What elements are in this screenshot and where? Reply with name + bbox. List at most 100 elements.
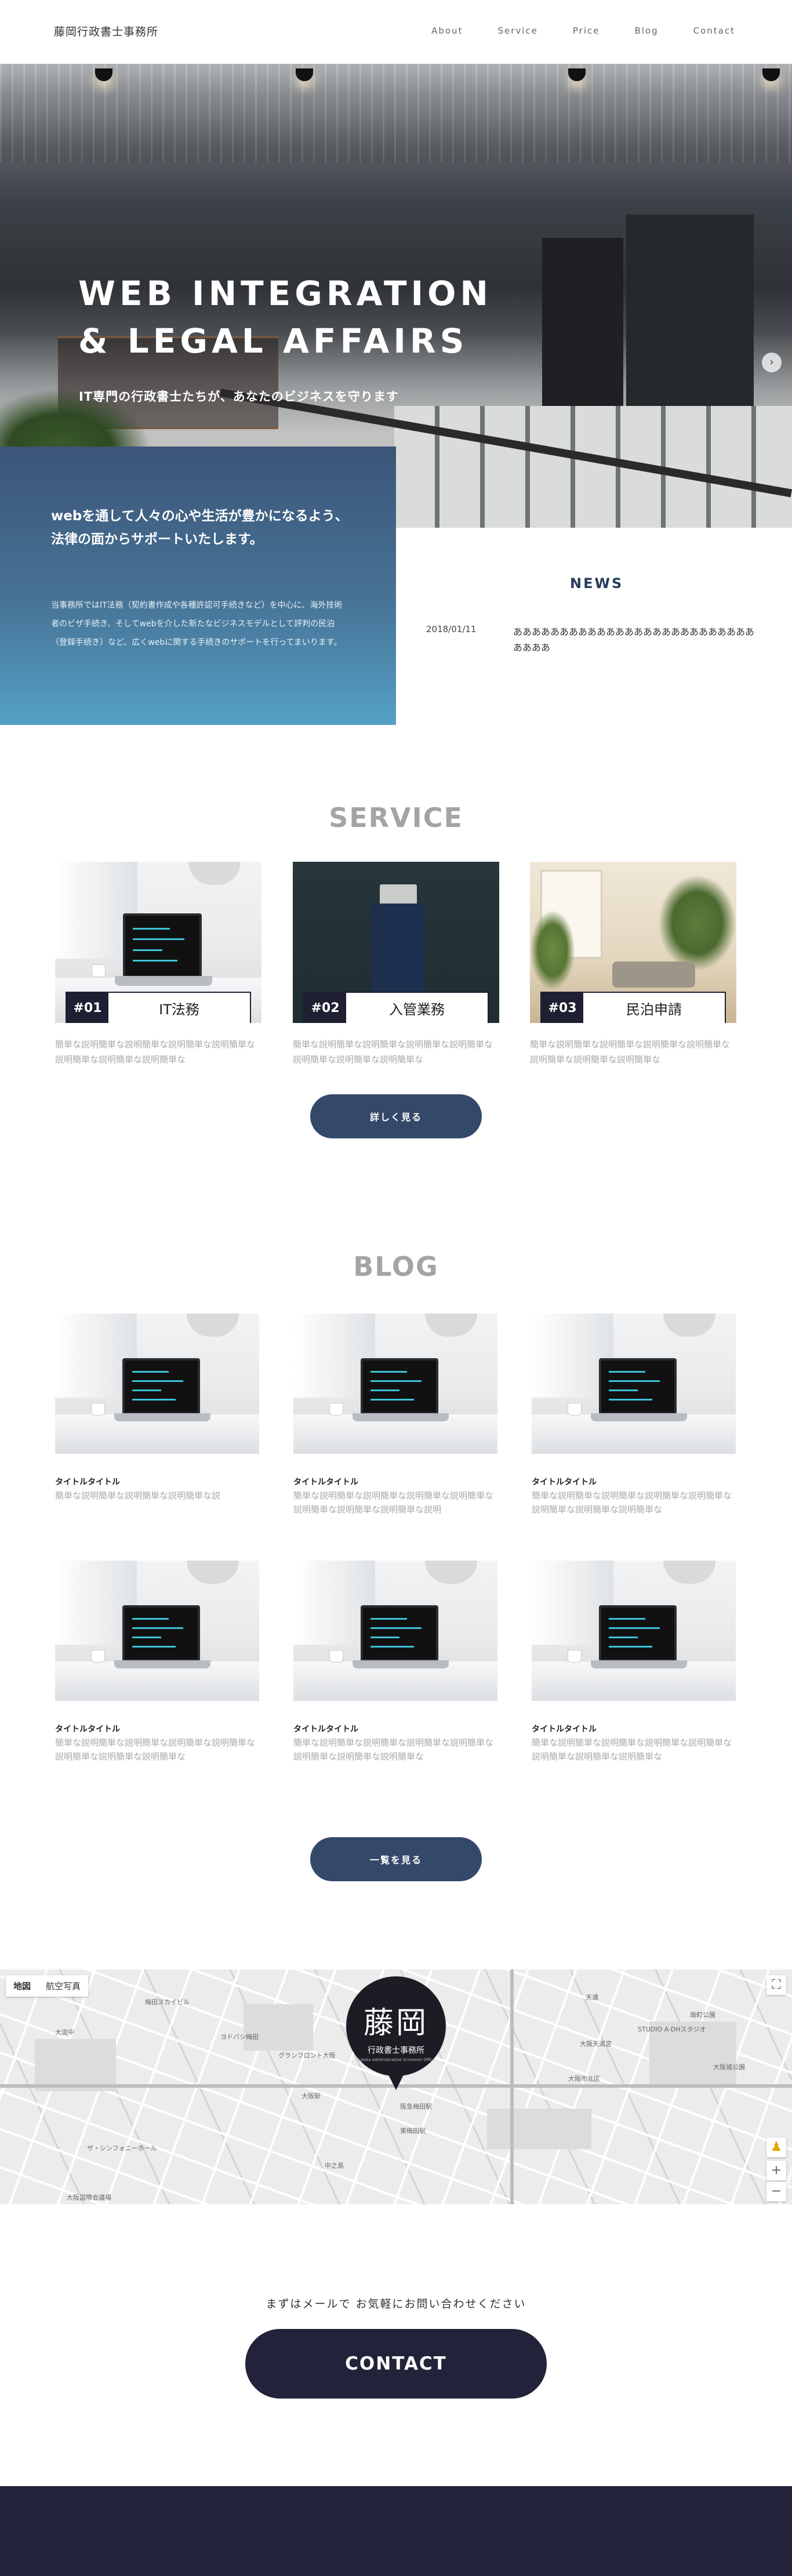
news-item-link[interactable]: ああああああああああああああああああああああああああああああ xyxy=(513,624,757,655)
hero-title: WEB INTEGRATION & LEGAL AFFAIRS xyxy=(78,270,492,365)
blog-post-description: 簡単な説明簡単な説明簡単な説明簡単な説明簡単な説明簡単な説明簡単な説明簡単な xyxy=(55,1737,256,1762)
hero-title-line2: & LEGAL AFFAIRS xyxy=(78,321,468,361)
marker-english: Fujioka Administrative Scrivener Office xyxy=(357,2058,435,2062)
map-label: ザ・シンフォニーホール xyxy=(87,2145,157,2152)
map-block xyxy=(35,2039,116,2091)
nav-blog[interactable]: Blog xyxy=(634,26,658,36)
map-block xyxy=(244,2004,313,2051)
marker-name: 藤岡 xyxy=(363,2006,428,2041)
service-description: 簡単な説明簡単な説明簡単な説明簡単な説明簡単な説明簡単な説明簡単な説明簡単な xyxy=(293,1039,493,1065)
service-name: 民泊申請 xyxy=(626,1001,682,1018)
blog-post-title[interactable]: タイトルタイトル xyxy=(532,1723,736,1735)
service-description: 簡単な説明簡単な説明簡単な説明簡単な説明簡単な説明簡単な説明簡単な説明簡単な xyxy=(55,1039,256,1065)
map-label: 大淀中 xyxy=(55,2029,74,2036)
service-card-it[interactable]: #01 IT法務 簡単な説明簡単な説明簡単な説明簡単な説明簡単な説明簡単な説明簡… xyxy=(55,862,261,1067)
marker-subtitle: 行政書士事務所 xyxy=(368,2046,424,2055)
zoom-in-button[interactable]: + xyxy=(766,2161,786,2180)
map-label: ヨドバシ梅田 xyxy=(220,2033,259,2041)
map-label: 大阪城公園 xyxy=(713,2063,745,2071)
site-footer xyxy=(0,2486,792,2576)
hero-fridge xyxy=(542,238,623,412)
blog-card[interactable]: タイトルタイトル簡単な説明簡単な説明簡単な説明簡単な説明簡単な説明簡単な説明簡単… xyxy=(293,1561,497,1764)
main-nav: About Service Price Blog Contact xyxy=(397,26,735,36)
service-more-button[interactable]: 詳しく見る xyxy=(310,1094,482,1138)
map-tab-map[interactable]: 地図 xyxy=(6,1975,38,1997)
google-map[interactable]: 梅田スカイビル 大淀中 ヨドバシ梅田 グランフロント大阪 大阪駅 阪急梅田駅 東… xyxy=(0,1969,792,2204)
news-title: NEWS xyxy=(570,575,624,592)
blog-thumbnail xyxy=(532,1561,736,1701)
service-name: 入管業務 xyxy=(389,1001,445,1018)
blog-post-title[interactable]: タイトルタイトル xyxy=(55,1476,259,1487)
map-label: STUDIO A-DHスタジオ xyxy=(638,2026,706,2033)
map-road xyxy=(510,1969,514,2204)
service-label: #01 IT法務 xyxy=(66,992,251,1023)
blog-card[interactable]: タイトルタイトル簡単な説明簡単な説明簡単な説明簡単な説明簡単な説明簡単な説明簡単… xyxy=(55,1561,259,1764)
blog-post-description: 簡単な説明簡単な説明簡単な説明簡単な説明簡単な説明簡単な説明簡単な説明簡単な説明 xyxy=(293,1490,494,1515)
blog-post-description: 簡単な説明簡単な説明簡単な説明簡単な説 xyxy=(55,1490,221,1501)
blog-post-description: 簡単な説明簡単な説明簡単な説明簡単な説明簡単な説明簡単な説明簡単な説明簡単な xyxy=(293,1737,494,1762)
office-map-marker[interactable]: 藤岡 行政書士事務所 Fujioka Administrative Scrive… xyxy=(346,1976,446,2090)
fullscreen-icon[interactable]: ⛶ xyxy=(766,1975,786,1995)
service-name: IT法務 xyxy=(159,1001,199,1018)
blog-post-title[interactable]: タイトルタイトル xyxy=(293,1723,497,1735)
blog-post-title[interactable]: タイトルタイトル xyxy=(55,1723,259,1735)
service-description: 簡単な説明簡単な説明簡単な説明簡単な説明簡単な説明簡単な説明簡単な説明簡単な xyxy=(530,1039,731,1065)
blog-post-title[interactable]: タイトルタイトル xyxy=(293,1476,497,1487)
hero-subtitle: IT専門の行政書士たちが、あなたのビジネスを守ります xyxy=(79,390,399,404)
hero-window xyxy=(394,406,792,528)
blog-card[interactable]: タイトルタイトル 簡単な説明簡単な説明簡単な説明簡単な説 xyxy=(55,1314,259,1503)
map-label: 大阪天満宮 xyxy=(580,2040,612,2048)
map-label: 大阪市北区 xyxy=(568,2075,600,2082)
service-card-immigration[interactable]: #02 入管業務 簡単な説明簡単な説明簡単な説明簡単な説明簡単な説明簡単な説明簡… xyxy=(293,862,499,1067)
intro-panel: webを通して人々の心や生活が豊かになるよう、法律の面からサポートいたします。 … xyxy=(0,447,396,725)
blog-thumbnail xyxy=(55,1561,259,1701)
hero-title-line1: WEB INTEGRATION xyxy=(78,274,492,313)
blog-post-description: 簡単な説明簡単な説明簡単な説明簡単な説明簡単な説明簡単な説明簡単な説明簡単な xyxy=(532,1737,732,1762)
service-label: #03 民泊申請 xyxy=(540,992,726,1023)
service-image-living-room: #03 民泊申請 xyxy=(530,862,736,1023)
site-header: 藤岡行政書士事務所 About Service Price Blog Conta… xyxy=(0,0,792,64)
map-label: 大阪駅 xyxy=(301,2092,321,2100)
map-block xyxy=(487,2109,591,2149)
map-type-tabs: 地図 航空写真 xyxy=(6,1975,89,1997)
news-date: 2018/01/11 xyxy=(426,624,477,634)
blog-thumbnail xyxy=(293,1561,497,1701)
service-title: SERVICE xyxy=(329,802,463,833)
blog-post-description: 簡単な説明簡単な説明簡単な説明簡単な説明簡単な説明簡単な説明簡単な説明簡単な xyxy=(532,1490,732,1515)
map-label: 阪急梅田駅 xyxy=(400,2103,432,2110)
pegman-icon[interactable]: ♟ xyxy=(766,2138,786,2157)
intro-body: 当事務所ではIT法務（契約書作成や各種許認可手続きなど）を中心に、海外技術者のビ… xyxy=(51,601,343,647)
hero-ceiling xyxy=(0,64,792,162)
nav-contact[interactable]: Contact xyxy=(693,26,735,36)
service-number: #03 xyxy=(542,993,583,1023)
blog-card[interactable]: タイトルタイトル簡単な説明簡単な説明簡単な説明簡単な説明簡単な説明簡単な説明簡単… xyxy=(293,1314,497,1516)
blog-card[interactable]: タイトルタイトル簡単な説明簡単な説明簡単な説明簡単な説明簡単な説明簡単な説明簡単… xyxy=(532,1561,736,1764)
service-card-minpaku[interactable]: #03 民泊申請 簡単な説明簡単な説明簡単な説明簡単な説明簡単な説明簡単な説明簡… xyxy=(530,862,736,1067)
slider-next-arrow-icon[interactable]: › xyxy=(762,353,782,372)
contact-button[interactable]: CONTACT xyxy=(245,2329,547,2399)
blog-card[interactable]: タイトルタイトル簡単な説明簡単な説明簡単な説明簡単な説明簡単な説明簡単な説明簡単… xyxy=(532,1314,736,1516)
service-label: #02 入管業務 xyxy=(303,992,489,1023)
service-image-passport: #02 入管業務 xyxy=(293,862,499,1023)
intro-heading: webを通して人々の心や生活が豊かになるよう、法律の面からサポートいたします。 xyxy=(51,509,348,547)
blog-thumbnail xyxy=(293,1314,497,1454)
service-image-laptop: #01 IT法務 xyxy=(55,862,261,1023)
nav-about[interactable]: About xyxy=(431,26,463,36)
map-label: 東梅田駅 xyxy=(400,2127,426,2135)
map-label: グランフロント大阪 xyxy=(278,2052,336,2059)
contact-lead: まずはメールで お気軽にお問い合わせください xyxy=(266,2298,526,2310)
blog-thumbnail xyxy=(55,1314,259,1454)
nav-price[interactable]: Price xyxy=(573,26,600,36)
zoom-out-button[interactable]: − xyxy=(766,2182,786,2201)
map-label: 天満 xyxy=(586,1994,598,2001)
map-label: 大阪国際会議場 xyxy=(67,2194,111,2201)
service-number: #02 xyxy=(304,993,346,1023)
site-logo[interactable]: 藤岡行政書士事務所 xyxy=(54,23,158,39)
blog-title: BLOG xyxy=(353,1251,439,1282)
nav-service[interactable]: Service xyxy=(497,26,537,36)
map-tab-satellite[interactable]: 航空写真 xyxy=(38,1975,88,1997)
blog-list-button[interactable]: 一覧を見る xyxy=(310,1837,482,1881)
blog-post-title[interactable]: タイトルタイトル xyxy=(532,1476,736,1487)
map-label: 梅田スカイビル xyxy=(145,1998,190,2006)
map-label: 中之島 xyxy=(325,2162,344,2169)
